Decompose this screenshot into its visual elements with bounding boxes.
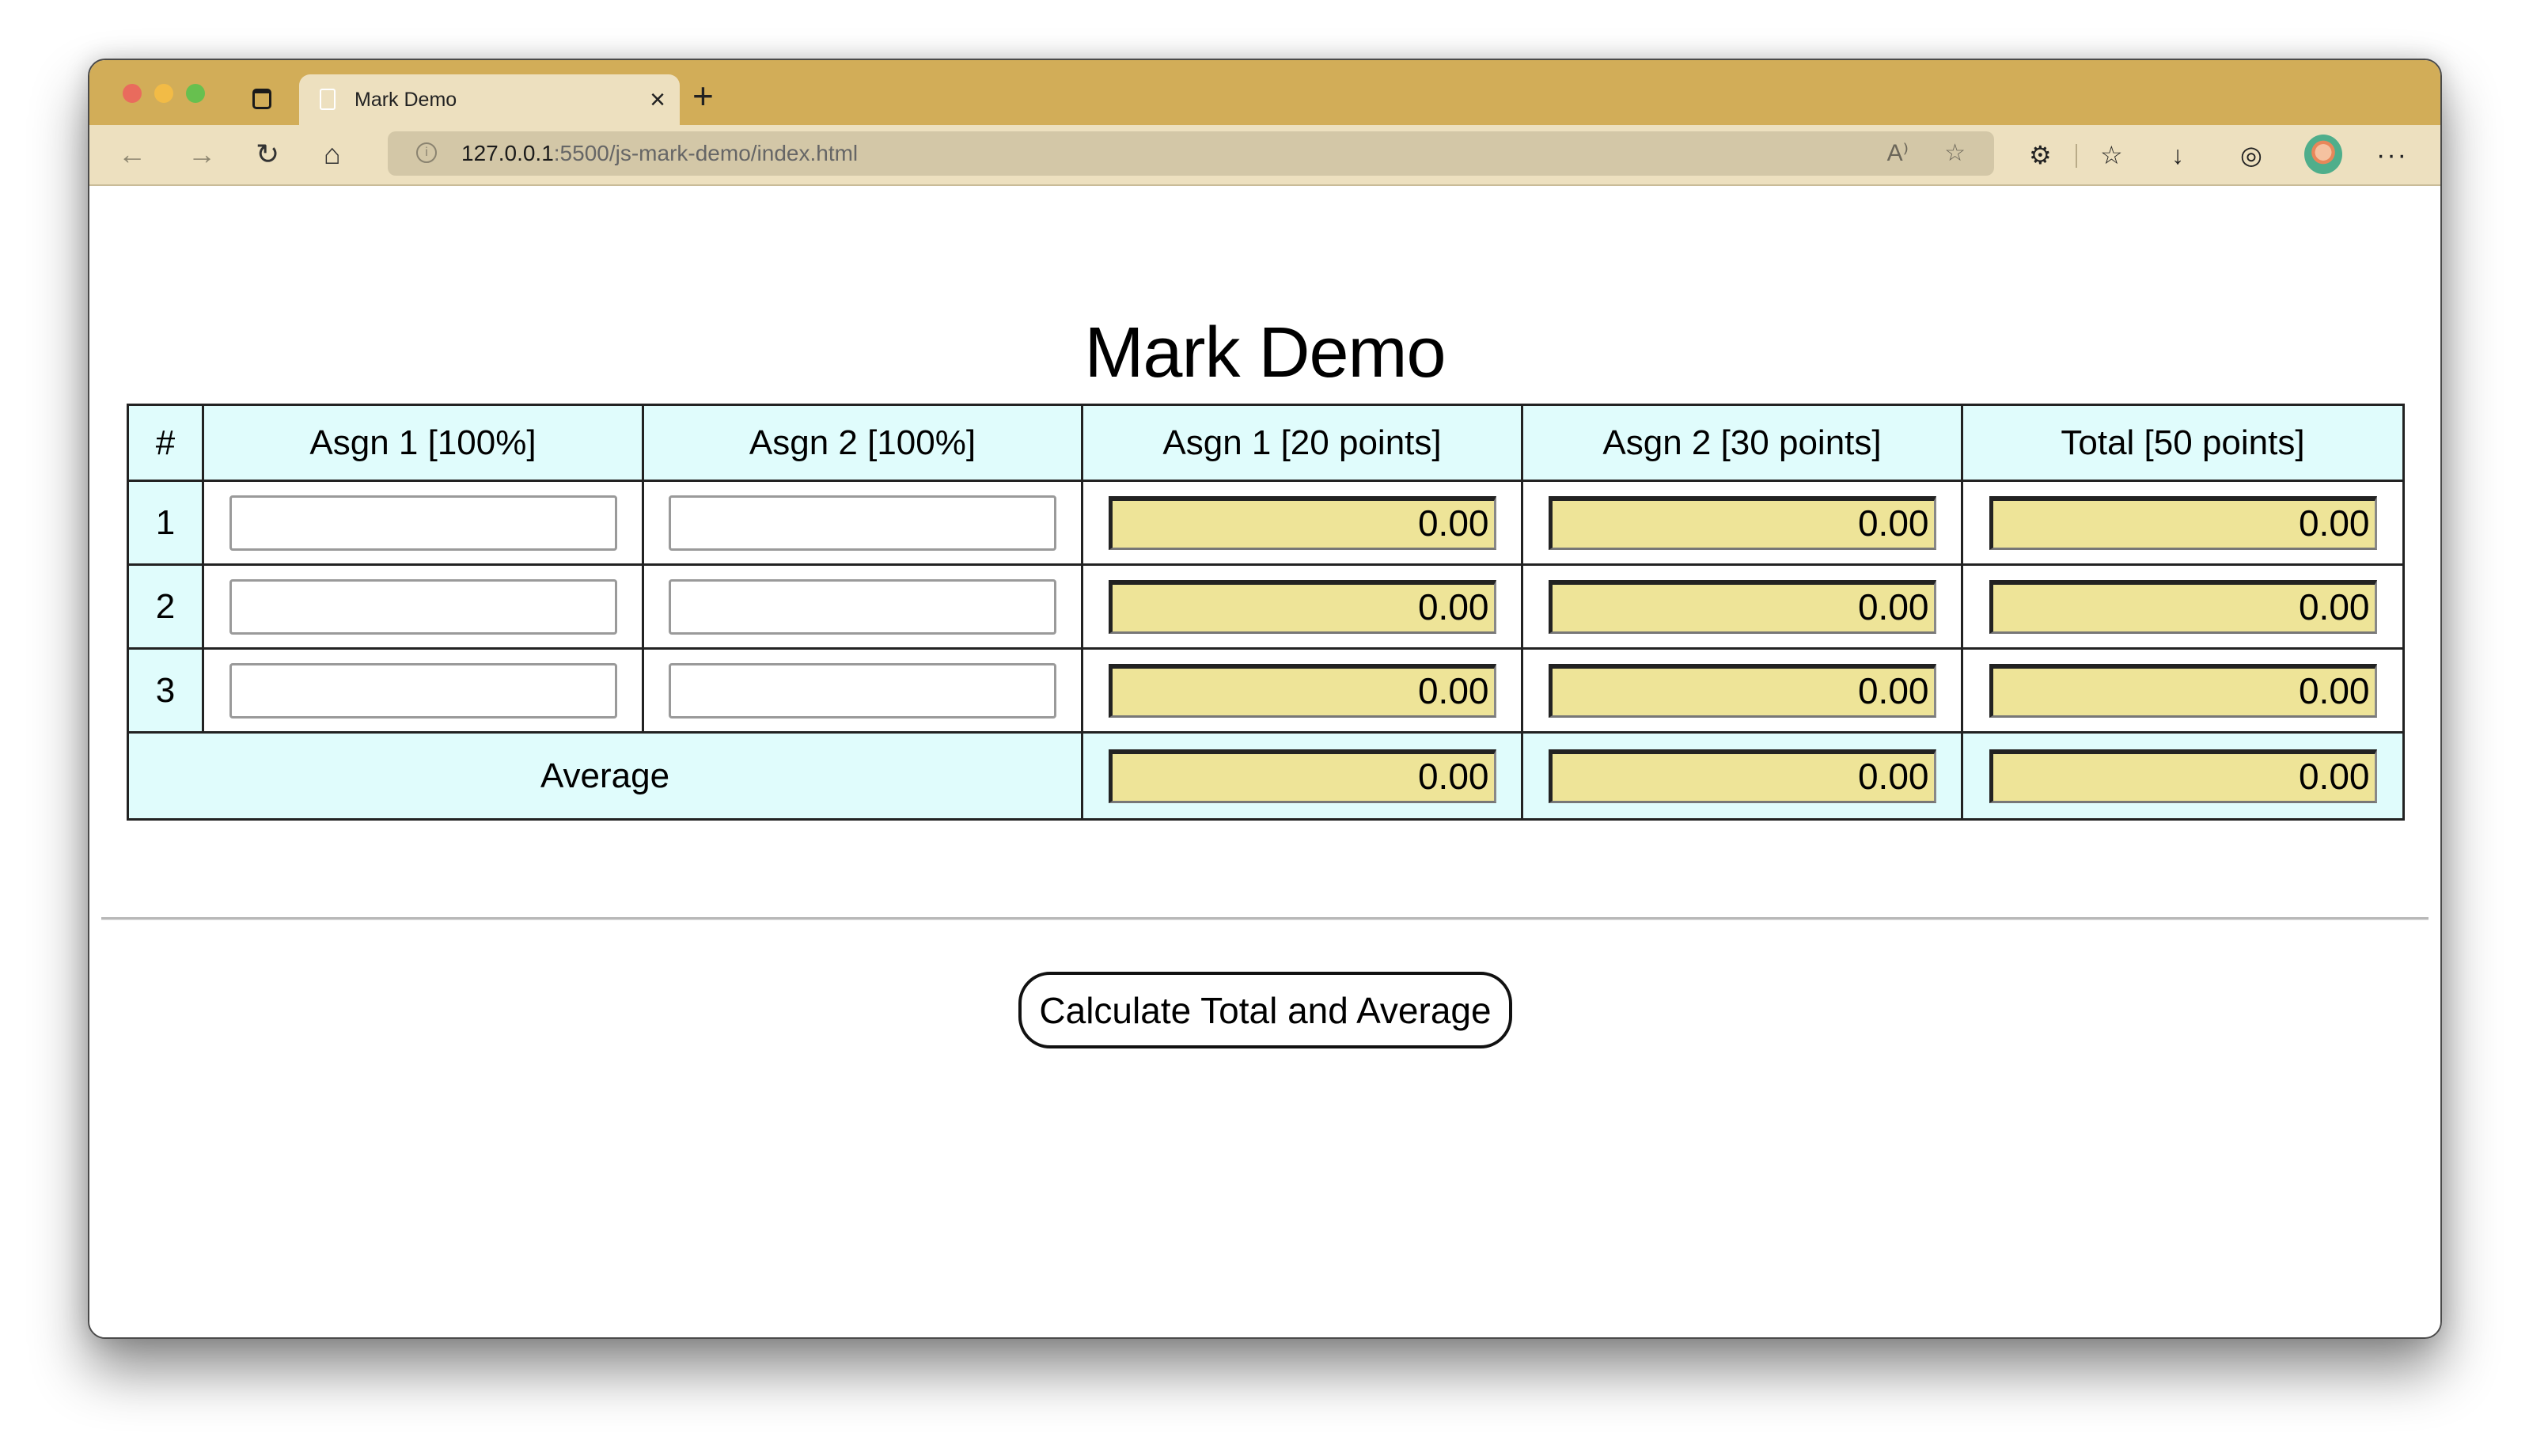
asgn1-pct-cell — [202, 563, 644, 650]
asgn1-pct-cell — [202, 480, 644, 566]
read-aloud-icon[interactable]: A⁾ — [1887, 138, 1909, 169]
asgn2-pts-cell: 0.00 — [1521, 480, 1963, 566]
asgn1-pts-cell: 0.00 — [1081, 480, 1523, 566]
table-row: 1 0.00 0.00 0.00 — [127, 480, 2405, 566]
asgn2-pct-input[interactable] — [669, 495, 1056, 551]
page-title: Mark Demo — [1084, 313, 1446, 392]
asgn1-pts-cell: 0.00 — [1081, 647, 1523, 734]
more-menu-icon[interactable]: ··· — [2376, 138, 2408, 173]
profile-avatar[interactable] — [2304, 135, 2342, 174]
asgn2-pts-output: 0.00 — [1548, 663, 1936, 718]
average-row: Average 0.00 0.00 0.00 — [127, 731, 2405, 821]
close-tab-icon[interactable]: × — [650, 84, 665, 116]
total-output: 0.00 — [1989, 663, 2377, 718]
asgn1-pct-input[interactable] — [229, 578, 617, 635]
minimize-window-button[interactable] — [154, 84, 173, 103]
header-asgn2-pct: Asgn 2 [100%] — [642, 404, 1083, 482]
row-number: 1 — [127, 480, 204, 566]
home-icon[interactable]: ⌂ — [324, 136, 341, 173]
page-content: Mark Demo # Asgn 1 [100%] Asgn 2 [100%] … — [89, 186, 2440, 1337]
total-output: 0.00 — [1989, 579, 2377, 634]
asgn2-pct-cell — [642, 563, 1083, 650]
total-cell: 0.00 — [1961, 563, 2405, 650]
header-num: # — [127, 404, 204, 482]
asgn1-pts-output: 0.00 — [1108, 579, 1496, 634]
avg-asgn1-pts-cell: 0.00 — [1081, 731, 1523, 821]
horizontal-divider — [101, 917, 2429, 920]
tab-mark-demo[interactable]: Mark Demo × — [299, 74, 680, 127]
total-cell: 0.00 — [1961, 480, 2405, 566]
average-label: Average — [127, 731, 1083, 821]
asgn2-pts-cell: 0.00 — [1521, 563, 1963, 650]
avg-total-output: 0.00 — [1989, 749, 2377, 803]
asgn1-pts-output: 0.00 — [1108, 495, 1496, 550]
asgn2-pct-input[interactable] — [669, 662, 1056, 719]
site-info-icon[interactable]: i — [416, 142, 437, 163]
asgn1-pts-cell: 0.00 — [1081, 563, 1523, 650]
page-icon — [320, 89, 336, 110]
reload-icon[interactable]: ↻ — [256, 136, 279, 173]
asgn2-pts-output: 0.00 — [1548, 495, 1936, 550]
avg-asgn1-pts-output: 0.00 — [1108, 749, 1496, 803]
url-text[interactable]: 127.0.0.1:5500/js-mark-demo/index.html — [461, 141, 858, 166]
maximize-window-button[interactable] — [186, 84, 205, 103]
add-favorite-icon[interactable]: ☆ — [1944, 138, 1966, 169]
tab-title: Mark Demo — [355, 89, 457, 111]
row-number: 2 — [127, 563, 204, 650]
asgn1-pts-output: 0.00 — [1108, 663, 1496, 718]
asgn2-pts-cell: 0.00 — [1521, 647, 1963, 734]
asgn1-pct-input[interactable] — [229, 662, 617, 719]
browser-window: Mark Demo × + ← → ↻ ⌂ i 127.0.0.1:5500/j… — [88, 59, 2442, 1339]
asgn2-pct-cell — [642, 480, 1083, 566]
address-bar[interactable]: i 127.0.0.1:5500/js-mark-demo/index.html… — [388, 131, 1994, 176]
table-row: 3 0.00 0.00 0.00 — [127, 647, 2405, 734]
toolbar-divider — [2076, 144, 2077, 168]
avg-total-cell: 0.00 — [1961, 731, 2405, 821]
avg-asgn2-pts-output: 0.00 — [1548, 749, 1936, 803]
tab-actions-icon[interactable] — [252, 89, 271, 109]
asgn2-pts-output: 0.00 — [1548, 579, 1936, 634]
asgn2-pct-cell — [642, 647, 1083, 734]
marks-table: # Asgn 1 [100%] Asgn 2 [100%] Asgn 1 [20… — [127, 404, 2405, 821]
close-window-button[interactable] — [123, 84, 142, 103]
url-host: 127.0.0.1 — [461, 141, 554, 165]
header-asgn2-pts: Asgn 2 [30 points] — [1521, 404, 1963, 482]
browser-essentials-icon[interactable]: ◎ — [2240, 138, 2262, 173]
url-path: :5500/js-mark-demo/index.html — [553, 141, 859, 165]
forward-icon[interactable]: → — [188, 136, 216, 173]
downloads-icon[interactable]: ↓ — [2171, 138, 2184, 173]
total-output: 0.00 — [1989, 495, 2377, 550]
calculate-button[interactable]: Calculate Total and Average — [1018, 972, 1512, 1048]
back-icon[interactable]: ← — [118, 136, 146, 173]
browser-toolbar: ← → ↻ ⌂ i 127.0.0.1:5500/js-mark-demo/in… — [89, 125, 2440, 186]
row-number: 3 — [127, 647, 204, 734]
header-total: Total [50 points] — [1961, 404, 2405, 482]
favorites-icon[interactable]: ☆ — [2100, 138, 2123, 173]
header-asgn1-pts: Asgn 1 [20 points] — [1081, 404, 1523, 482]
asgn1-pct-input[interactable] — [229, 495, 617, 551]
extensions-icon[interactable]: ⚙ — [2029, 138, 2052, 173]
header-row: # Asgn 1 [100%] Asgn 2 [100%] Asgn 1 [20… — [127, 404, 2405, 482]
tab-strip: Mark Demo × + — [89, 60, 2440, 127]
asgn1-pct-cell — [202, 647, 644, 734]
avg-asgn2-pts-cell: 0.00 — [1521, 731, 1963, 821]
table-row: 2 0.00 0.00 0.00 — [127, 563, 2405, 650]
new-tab-button[interactable]: + — [692, 78, 714, 114]
asgn2-pct-input[interactable] — [669, 578, 1056, 635]
total-cell: 0.00 — [1961, 647, 2405, 734]
header-asgn1-pct: Asgn 1 [100%] — [202, 404, 644, 482]
